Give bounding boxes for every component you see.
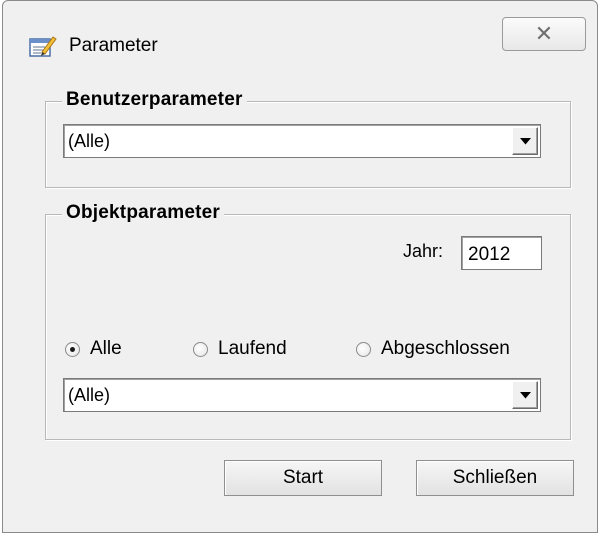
- radio-alle-label: Alle: [90, 338, 122, 359]
- benutzerparameter-legend: Benutzerparameter: [62, 89, 247, 111]
- chevron-down-icon: [520, 138, 531, 145]
- radio-circle: [193, 341, 208, 357]
- radio-abgeschlossen[interactable]: Abgeschlossen: [356, 338, 510, 360]
- benutzer-combobox[interactable]: (Alle): [63, 124, 541, 158]
- close-icon: ✕: [534, 21, 554, 46]
- schliessen-button[interactable]: Schließen: [416, 460, 574, 496]
- chevron-down-icon: [520, 392, 531, 399]
- radio-abgeschlossen-label: Abgeschlossen: [381, 338, 510, 359]
- objekt-combobox-value: (Alle): [68, 385, 111, 405]
- radio-circle: [65, 341, 80, 357]
- edit-form-icon: [29, 34, 57, 58]
- jahr-input[interactable]: 2012: [461, 236, 542, 270]
- radio-selected-dot: [70, 346, 75, 352]
- objekt-combobox[interactable]: (Alle): [63, 378, 541, 412]
- radio-laufend[interactable]: Laufend: [193, 338, 287, 360]
- objektparameter-legend: Objektparameter: [62, 202, 225, 224]
- close-window-button[interactable]: ✕: [502, 17, 586, 51]
- jahr-label: Jahr:: [403, 241, 444, 261]
- objekt-dropdown-button[interactable]: [512, 381, 538, 409]
- start-button[interactable]: Start: [224, 460, 382, 496]
- radio-alle[interactable]: Alle: [65, 338, 122, 360]
- radio-laufend-label: Laufend: [218, 338, 287, 359]
- jahr-input-value: 2012: [468, 244, 511, 265]
- title-bar: Parameter ✕: [3, 1, 597, 91]
- parameter-dialog: Parameter ✕ Benutzerparameter (Alle) Obj…: [2, 0, 598, 533]
- window-title: Parameter: [69, 35, 158, 56]
- benutzer-dropdown-button[interactable]: [512, 127, 538, 155]
- benutzer-combobox-value: (Alle): [68, 131, 111, 151]
- radio-circle: [356, 341, 371, 357]
